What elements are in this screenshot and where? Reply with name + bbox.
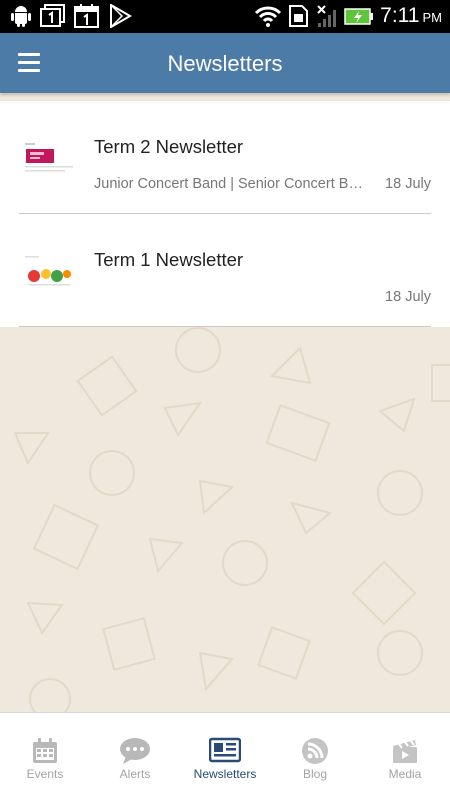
- newsletter-date: 18 July: [385, 289, 431, 305]
- newsletter-title: Term 1 Newsletter: [94, 249, 244, 270]
- calendar-notification-icon: [74, 4, 100, 28]
- clock-ampm: PM: [422, 10, 443, 25]
- newsletter-title: Term 2 Newsletter: [94, 136, 244, 157]
- clock-time: 7:11: [380, 4, 420, 27]
- newsletter-item-term-2[interactable]: Term 2 Newsletter Junior Concert Band | …: [0, 101, 450, 214]
- newsletter-item-term-1[interactable]: Term 1 Newsletter 18 July: [0, 214, 450, 327]
- newsletter-thumbnail: [22, 139, 76, 179]
- newsletter-thumbnail: [22, 252, 76, 292]
- notification-app-icon: [40, 4, 66, 28]
- newspaper-icon: [209, 737, 241, 763]
- tab-label: Alerts: [119, 767, 151, 781]
- calendar-icon: [33, 738, 57, 763]
- list-divider: [19, 326, 431, 327]
- tab-events[interactable]: Events: [0, 713, 90, 800]
- tab-media[interactable]: Media: [360, 713, 450, 800]
- bottom-nav: Events Alerts Newsletters Blog Media: [0, 712, 450, 800]
- newsletter-list: Term 2 Newsletter Junior Concert Band | …: [0, 101, 450, 327]
- tab-label: Blog: [302, 767, 328, 781]
- newsletter-date: 18 July: [385, 176, 431, 192]
- status-bar: 7:11 PM: [0, 0, 450, 33]
- tab-label: Events: [26, 767, 64, 781]
- no-signal-icon: [316, 4, 338, 28]
- tab-blog[interactable]: Blog: [270, 713, 360, 800]
- battery-charging-icon: [344, 6, 374, 26]
- clapperboard-icon: [393, 740, 417, 763]
- android-debug-icon: [10, 4, 32, 28]
- status-clock: 7:11 PM: [380, 4, 442, 28]
- blog-icon: [302, 738, 328, 764]
- tab-alerts[interactable]: Alerts: [90, 713, 180, 800]
- play-store-icon: [108, 4, 132, 28]
- newsletter-subtitle: Junior Concert Band | Senior Concert Ban…: [94, 176, 366, 192]
- sim-card-icon: [288, 4, 310, 28]
- page-title: Newsletters: [167, 51, 283, 76]
- wifi-icon: [254, 4, 282, 28]
- tab-label: Media: [388, 767, 422, 781]
- app-bar: Newsletters: [0, 33, 450, 93]
- chat-bubble-icon: [120, 738, 150, 764]
- tab-label: Newsletters: [193, 767, 257, 781]
- tab-newsletters[interactable]: Newsletters: [180, 713, 270, 800]
